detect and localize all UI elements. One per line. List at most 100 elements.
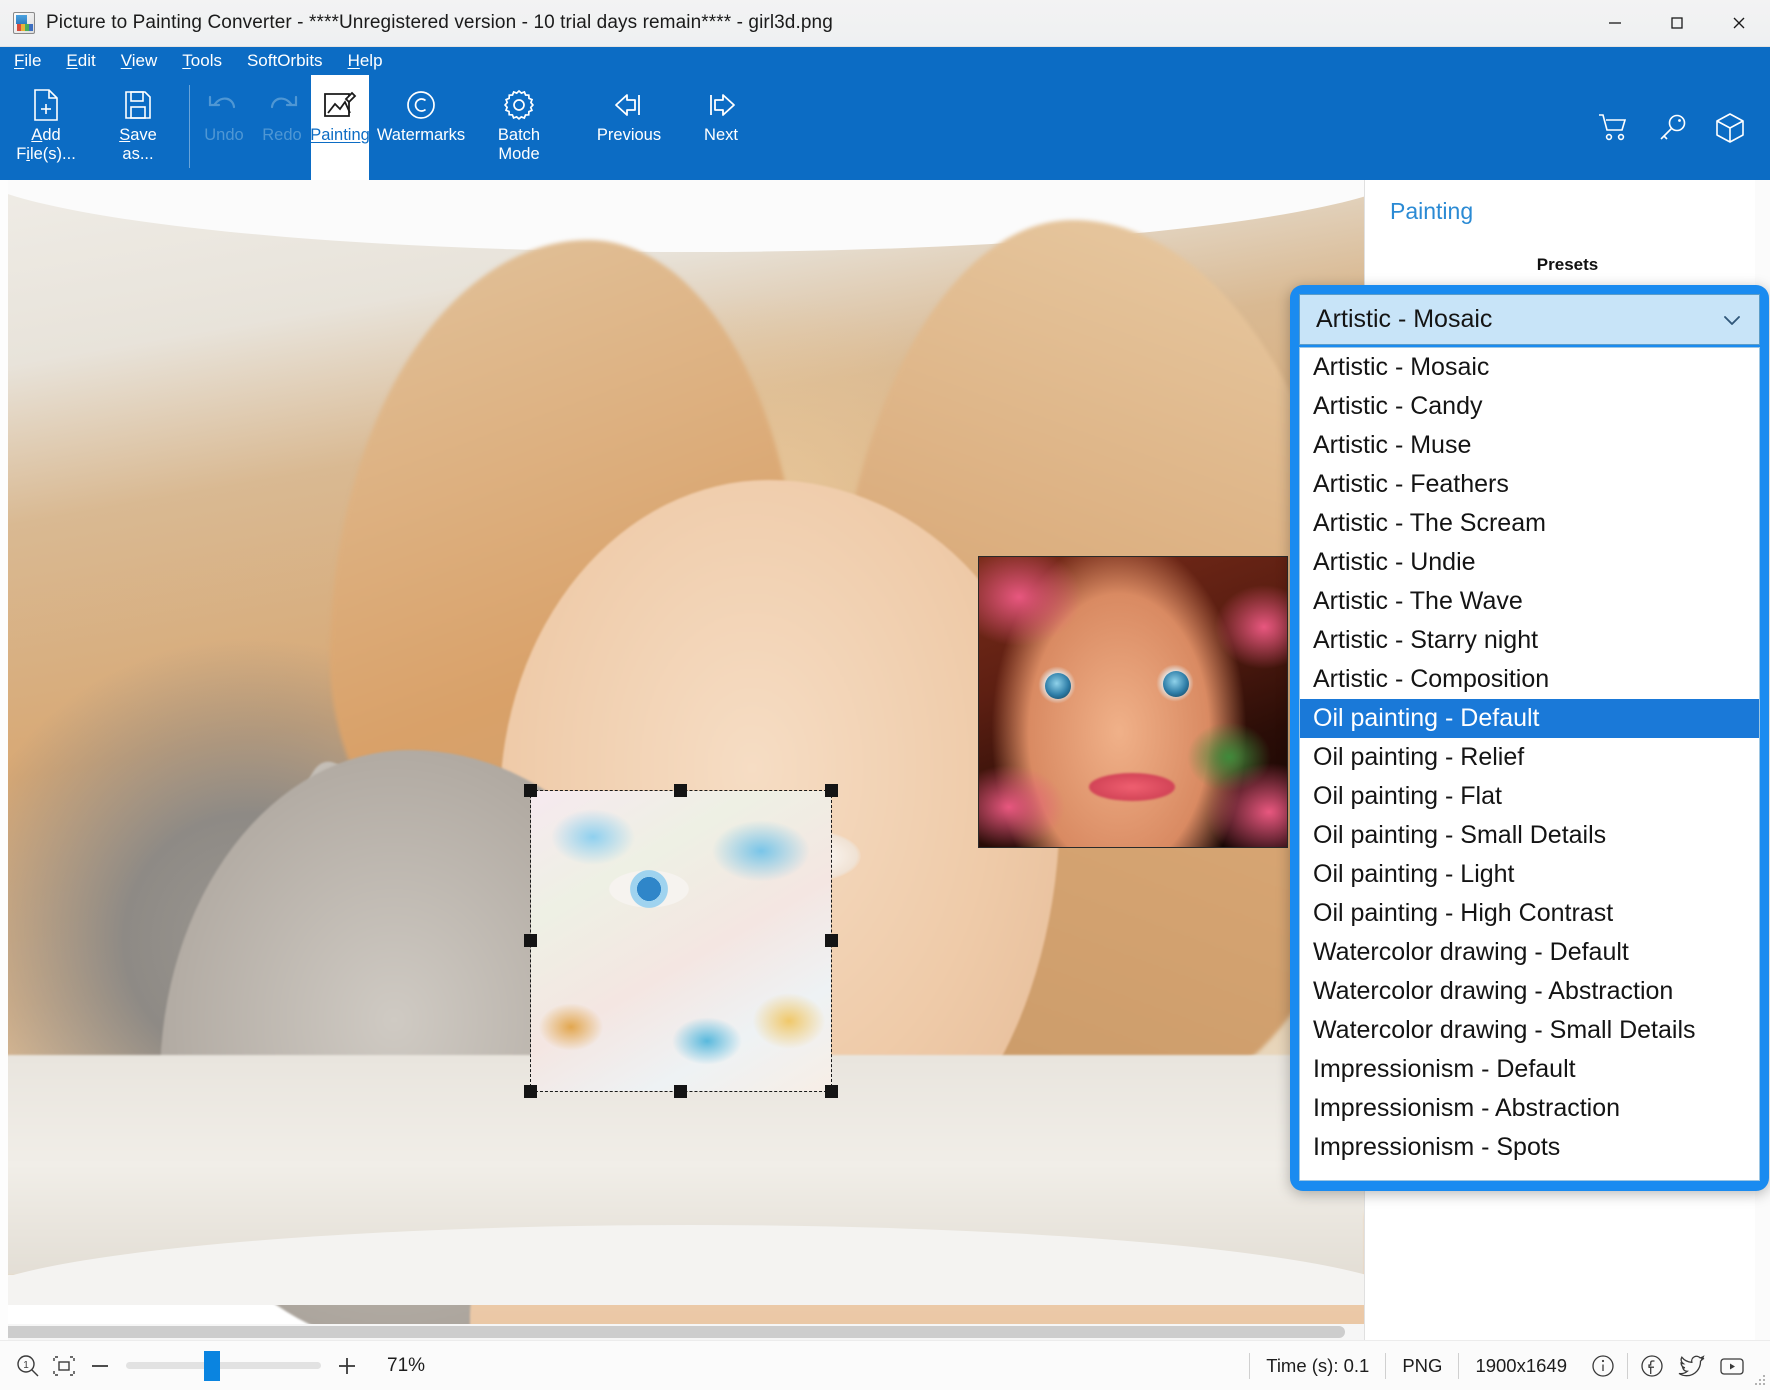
save-as-label: Save as... xyxy=(119,126,157,163)
fit-to-screen-icon[interactable] xyxy=(46,1348,82,1384)
close-button[interactable] xyxy=(1708,0,1770,47)
window-controls xyxy=(1584,0,1770,47)
status-bar: 1 71% Time (s): 0.1 PNG 1900x1649 xyxy=(0,1340,1770,1390)
zoom-slider[interactable] xyxy=(126,1350,321,1381)
preset-option[interactable]: Artistic - Candy xyxy=(1300,387,1759,426)
painting-tab-button[interactable]: Painting xyxy=(310,75,370,180)
batch-mode-button[interactable]: Batch Mode xyxy=(473,75,565,180)
copyright-icon xyxy=(404,84,438,126)
save-as-button[interactable]: Save as... xyxy=(92,75,184,180)
menu-item-edit[interactable]: Edit xyxy=(66,47,95,75)
resize-handle-top-right[interactable] xyxy=(825,784,838,797)
menu-label-view: iew xyxy=(131,51,158,70)
image-canvas[interactable] xyxy=(0,180,1364,1340)
canvas-hscroll-thumb[interactable] xyxy=(0,1326,1345,1338)
application-window: Picture to Painting Converter - ****Unre… xyxy=(0,0,1770,1390)
preset-option[interactable]: Artistic - Starry night xyxy=(1300,621,1759,660)
zoom-slider-thumb[interactable] xyxy=(204,1350,220,1381)
zoom-out-button[interactable] xyxy=(82,1348,118,1384)
minimize-button[interactable] xyxy=(1584,0,1646,47)
add-file-icon xyxy=(31,84,61,126)
redo-label: Redo xyxy=(262,126,302,144)
preset-option[interactable]: Artistic - Feathers xyxy=(1300,465,1759,504)
menu-item-softorbits[interactable]: SoftOrbits xyxy=(247,47,323,75)
twitter-icon[interactable] xyxy=(1672,1349,1712,1383)
zoom-in-button[interactable] xyxy=(329,1348,365,1384)
resize-handle-middle-right[interactable] xyxy=(825,934,838,947)
svg-text:1: 1 xyxy=(23,1360,29,1371)
status-divider xyxy=(1627,1352,1628,1379)
preset-option[interactable]: Artistic - The Scream xyxy=(1300,504,1759,543)
chevron-down-icon[interactable] xyxy=(1719,307,1745,333)
menu-item-tools[interactable]: Tools xyxy=(182,47,222,75)
toolbar-gap xyxy=(565,75,583,180)
preset-option[interactable]: Oil painting - Light xyxy=(1300,855,1759,894)
preset-option[interactable]: Artistic - Undie xyxy=(1300,543,1759,582)
canvas-horizontal-scrollbar[interactable] xyxy=(0,1324,1364,1340)
preset-option[interactable]: Artistic - Muse xyxy=(1300,426,1759,465)
cart-icon[interactable] xyxy=(1596,110,1632,146)
painting-icon xyxy=(322,84,358,126)
watermarks-label: Watermarks xyxy=(376,126,466,144)
next-button[interactable]: Next xyxy=(675,75,767,180)
preset-option[interactable]: Impressionism - Spots xyxy=(1300,1128,1759,1167)
undo-icon xyxy=(207,84,241,126)
preset-option[interactable]: Watercolor drawing - Abstraction xyxy=(1300,972,1759,1011)
resize-handle-top-center[interactable] xyxy=(674,784,687,797)
preset-option[interactable]: Oil painting - Flat xyxy=(1300,777,1759,816)
preset-option-highlighted[interactable]: Oil painting - Default xyxy=(1300,699,1759,738)
watermarks-button[interactable]: Watermarks xyxy=(369,75,473,180)
add-files-button[interactable]: Add File(s)... xyxy=(0,75,92,180)
menu-bar: File Edit View Tools SoftOrbits Help xyxy=(0,47,1770,75)
menu-item-help[interactable]: Help xyxy=(348,47,383,75)
key-icon[interactable] xyxy=(1654,110,1690,146)
zoom-one-to-one-icon[interactable]: 1 xyxy=(10,1348,46,1384)
preset-combobox[interactable]: Artistic - Mosaic xyxy=(1299,294,1760,345)
batch-mode-label: Batch Mode xyxy=(497,126,541,163)
menu-label-help: elp xyxy=(359,51,383,70)
painting-label: Painting xyxy=(310,126,370,144)
preset-option[interactable]: Oil painting - High Contrast xyxy=(1300,894,1759,933)
resize-handle-bottom-right[interactable] xyxy=(825,1085,838,1098)
resize-handle-top-left[interactable] xyxy=(524,784,537,797)
add-files-label: Add File(s)... xyxy=(16,126,76,163)
app-icon xyxy=(13,12,35,34)
preset-option[interactable]: Artistic - The Wave xyxy=(1300,582,1759,621)
preset-dropdown[interactable]: Artistic - Mosaic Artistic - Mosaic Arti… xyxy=(1290,285,1769,1191)
photo-top-edge xyxy=(0,180,1364,252)
selection-marquee[interactable] xyxy=(524,784,838,1098)
preset-option[interactable]: Watercolor drawing - Small Details xyxy=(1300,1011,1759,1050)
resize-handle-middle-left[interactable] xyxy=(524,934,537,947)
resize-handle-bottom-center[interactable] xyxy=(674,1085,687,1098)
preview-lips xyxy=(1089,773,1175,801)
box-icon[interactable] xyxy=(1712,110,1748,146)
preset-option[interactable]: Oil painting - Small Details xyxy=(1300,816,1759,855)
youtube-icon[interactable] xyxy=(1712,1349,1752,1383)
menu-label-tools: ools xyxy=(190,51,222,70)
resize-handle-bottom-left[interactable] xyxy=(524,1085,537,1098)
menu-label-edit: dit xyxy=(77,51,96,70)
previous-button[interactable]: Previous xyxy=(583,75,675,180)
facebook-icon[interactable] xyxy=(1632,1349,1672,1383)
toolbar: Add File(s)... Save as... Undo Redo Pain… xyxy=(0,75,1770,180)
preset-option[interactable]: Impressionism - Abstraction xyxy=(1300,1089,1759,1128)
window-title: Picture to Painting Converter - ****Unre… xyxy=(46,12,833,33)
preset-option[interactable]: Watercolor drawing - Default xyxy=(1300,933,1759,972)
image-dimensions-label: 1900x1649 xyxy=(1458,1352,1583,1379)
arrow-left-icon xyxy=(611,84,647,126)
preset-option-list[interactable]: Artistic - Mosaic Artistic - Candy Artis… xyxy=(1299,347,1760,1181)
preview-eye-right xyxy=(1163,671,1189,697)
info-icon[interactable] xyxy=(1583,1349,1623,1383)
menu-item-file[interactable]: File xyxy=(14,47,41,75)
preset-option[interactable]: Oil painting - Relief xyxy=(1300,738,1759,777)
maximize-button[interactable] xyxy=(1646,0,1708,47)
preset-option[interactable]: Artistic - Mosaic xyxy=(1300,348,1759,387)
preset-option[interactable]: Artistic - Composition xyxy=(1300,660,1759,699)
menu-item-view[interactable]: View xyxy=(121,47,158,75)
preset-option[interactable]: Impressionism - Default xyxy=(1300,1050,1759,1089)
window-resize-grip[interactable] xyxy=(1752,1372,1766,1386)
zoom-slider-track xyxy=(126,1362,321,1369)
file-format-label: PNG xyxy=(1385,1352,1458,1379)
status-bar-left: 1 71% xyxy=(0,1348,425,1384)
gear-icon xyxy=(502,84,536,126)
